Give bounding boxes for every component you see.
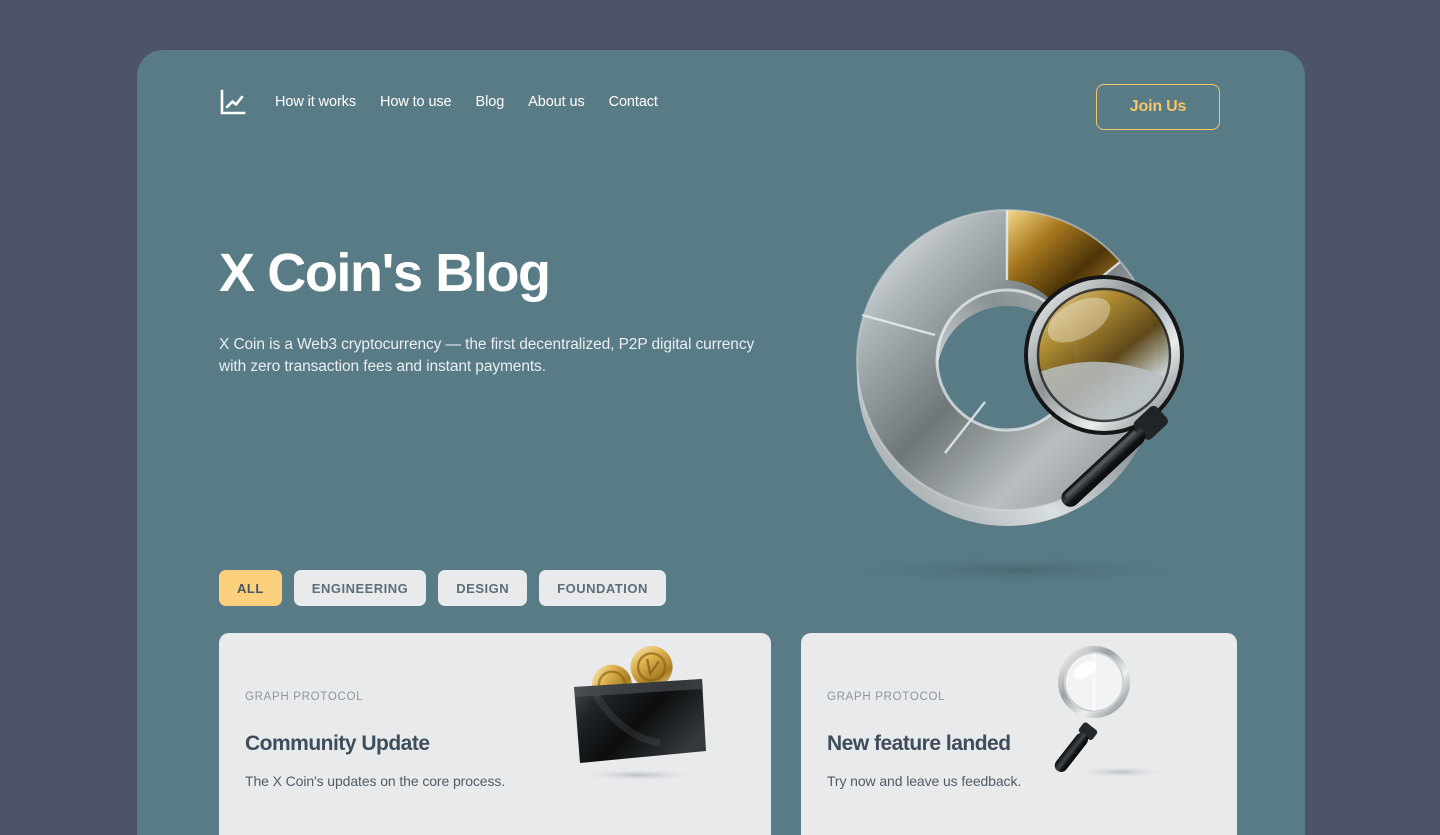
blog-card-list: GRAPH PROTOCOL Community Update The X Co…: [219, 633, 1237, 835]
category-filters: ALL ENGINEERING DESIGN FOUNDATION: [219, 570, 666, 606]
filter-pill-foundation[interactable]: FOUNDATION: [539, 570, 666, 606]
nav-item-contact[interactable]: Contact: [609, 95, 658, 110]
hero-panel: How it works How to use Blog About us Co…: [137, 50, 1305, 835]
blog-card[interactable]: GRAPH PROTOCOL Community Update The X Co…: [219, 633, 771, 835]
blog-card-content: GRAPH PROTOCOL New feature landed Try no…: [827, 691, 1237, 789]
nav-item-how-to-use[interactable]: How to use: [380, 95, 452, 110]
page-root: How it works How to use Blog About us Co…: [0, 0, 1440, 835]
line-chart-icon[interactable]: [219, 88, 247, 116]
hero-text-block: X Coin's Blog X Coin is a Web3 cryptocur…: [219, 245, 789, 379]
page-title: X Coin's Blog: [219, 243, 551, 303]
nav-links: How it works How to use Blog About us Co…: [275, 95, 658, 110]
nav-item-about-us[interactable]: About us: [528, 95, 585, 110]
blog-card-description: Try now and leave us feedback.: [827, 773, 1022, 789]
blog-card-tag: GRAPH PROTOCOL: [827, 691, 946, 703]
nav-item-blog[interactable]: Blog: [476, 95, 505, 110]
filter-pill-design[interactable]: DESIGN: [438, 570, 528, 606]
main-navigation: How it works How to use Blog About us Co…: [219, 88, 658, 116]
donut-chart-with-magnifier-3d: [817, 170, 1237, 600]
join-us-button[interactable]: Join Us: [1096, 84, 1220, 130]
filter-pill-all[interactable]: ALL: [219, 570, 282, 606]
nav-item-how-it-works[interactable]: How it works: [275, 95, 356, 110]
filter-pill-engineering[interactable]: ENGINEERING: [293, 570, 427, 606]
blog-card-description: The X Coin's updates on the core process…: [245, 773, 506, 789]
blog-card[interactable]: GRAPH PROTOCOL New feature landed Try no…: [801, 633, 1237, 835]
blog-card-content: GRAPH PROTOCOL Community Update The X Co…: [245, 691, 771, 789]
blog-card-tag: GRAPH PROTOCOL: [245, 691, 364, 703]
blog-card-title: Community Update: [245, 732, 430, 755]
blog-card-title: New feature landed: [827, 732, 1011, 755]
hero-subtitle: X Coin is a Web3 cryptocurrency — the fi…: [219, 335, 755, 376]
